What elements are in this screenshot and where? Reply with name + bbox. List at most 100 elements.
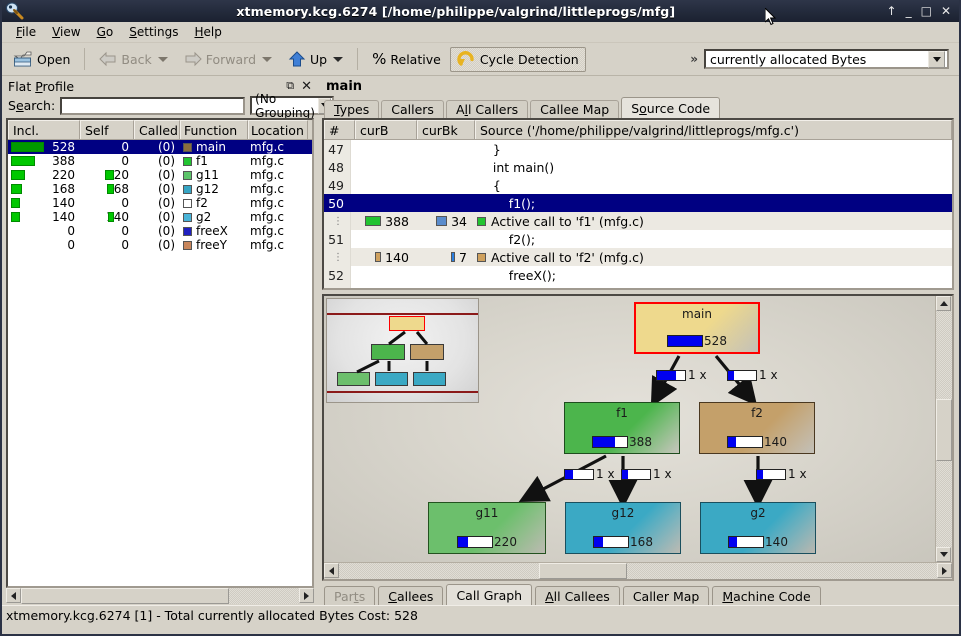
menu-help[interactable]: Help xyxy=(186,23,229,41)
shade-button[interactable]: ↑ xyxy=(887,5,897,17)
node-label: f1 xyxy=(616,406,628,420)
scroll-right-button[interactable] xyxy=(937,563,952,578)
incl-cost-bar xyxy=(11,212,20,222)
graph-node-f2[interactable]: f2140 xyxy=(699,402,815,454)
tab-callee-map[interactable]: Callee Map xyxy=(530,100,619,118)
table-row[interactable]: 5280(0)mainmfg.c xyxy=(8,140,312,154)
back-dropdown-icon[interactable] xyxy=(158,57,168,62)
bottom-tab-caller-map[interactable]: Caller Map xyxy=(623,586,710,605)
self-value: 0 xyxy=(121,238,129,252)
cell-location: mfg.c xyxy=(248,168,308,182)
call-graph-minimap[interactable] xyxy=(326,298,479,403)
bottom-tab-call-graph[interactable]: Call Graph xyxy=(446,584,532,605)
column-header-function[interactable]: Function xyxy=(180,120,248,139)
up-dropdown-icon[interactable] xyxy=(333,57,343,62)
graph-node-g12[interactable]: g12168 xyxy=(565,502,681,554)
menu-settings[interactable]: Settings xyxy=(121,23,186,41)
table-row[interactable]: 220220(0)g11mfg.c xyxy=(8,168,312,182)
tab-all-callers[interactable]: All Callers xyxy=(446,100,528,118)
relative-button[interactable]: % Relative xyxy=(365,46,448,72)
bottom-tab-parts[interactable]: Parts xyxy=(324,586,375,605)
table-row[interactable]: 00(0)freeYmfg.c xyxy=(8,238,312,252)
hscroll-track[interactable] xyxy=(339,563,937,579)
source-call-row[interactable]: ⋮38834Active call to 'f1' (mfg.c) xyxy=(324,212,952,230)
graph-edge-label-f1-g11[interactable]: 1 x xyxy=(564,467,615,481)
hscroll-thumb[interactable] xyxy=(539,563,627,579)
table-row[interactable]: 3880(0)f1mfg.c xyxy=(8,154,312,168)
event-type-combo[interactable]: currently allocated Bytes xyxy=(704,49,949,69)
scroll-left-button[interactable] xyxy=(324,563,339,578)
scroll-up-button[interactable] xyxy=(936,296,951,311)
forward-button[interactable]: Forward xyxy=(177,47,279,71)
source-code-row[interactable]: 47 } xyxy=(324,140,952,158)
column-header-curb[interactable]: curB xyxy=(355,120,417,139)
tab-source-code[interactable]: Source Code xyxy=(621,97,720,118)
column-header-incl[interactable]: Incl. xyxy=(8,120,80,139)
toolbar-overflow-button[interactable]: » xyxy=(686,52,702,66)
graph-edge-label-main-f1[interactable]: 1 x xyxy=(656,368,707,382)
scroll-left-button[interactable] xyxy=(6,588,21,603)
scroll-right-button[interactable] xyxy=(299,588,314,603)
source-code-row[interactable]: 49 { xyxy=(324,176,952,194)
flat-profile-hscrollbar[interactable] xyxy=(6,588,314,604)
source-call-row[interactable]: ⋮1407Active call to 'f2' (mfg.c) xyxy=(324,248,952,266)
menu-view[interactable]: View xyxy=(44,23,88,41)
column-header-line-number[interactable]: # xyxy=(324,120,355,139)
open-button[interactable]: Open xyxy=(6,46,77,73)
vscroll-track[interactable] xyxy=(936,311,952,547)
table-row[interactable]: 140140(0)g2mfg.c xyxy=(8,210,312,224)
chevron-down-icon[interactable] xyxy=(928,51,945,68)
cycle-detection-button[interactable]: Cycle Detection xyxy=(450,47,586,72)
cell-incl: 220 xyxy=(8,168,80,182)
graph-node-main[interactable]: main528 xyxy=(634,302,760,354)
graph-node-g11[interactable]: g11220 xyxy=(428,502,546,554)
bottom-tab-callees[interactable]: Callees xyxy=(378,586,443,605)
maximize-button[interactable]: □ xyxy=(921,5,932,17)
hscroll-thumb[interactable] xyxy=(21,588,229,604)
source-code-row[interactable]: 48 int main() xyxy=(324,158,952,176)
column-header-called[interactable]: Called xyxy=(134,120,180,139)
close-button[interactable]: ✕ xyxy=(941,5,951,17)
graph-hscrollbar[interactable] xyxy=(324,562,952,579)
vscroll-thumb[interactable] xyxy=(936,399,952,461)
column-header-self[interactable]: Self xyxy=(80,120,134,139)
graph-vscrollbar[interactable] xyxy=(935,296,952,562)
source-header-row: # curB curBk Source ('/home/philippe/val… xyxy=(324,120,952,140)
source-code-row[interactable]: 53 freeY(); xyxy=(324,284,952,290)
up-button[interactable]: Up xyxy=(281,47,350,72)
self-cost-bar xyxy=(105,170,114,180)
table-row[interactable]: 168168(0)g12mfg.c xyxy=(8,182,312,196)
source-code-row[interactable]: 51 f2(); xyxy=(324,230,952,248)
back-button[interactable]: Back xyxy=(92,47,174,71)
tab-callers[interactable]: Callers xyxy=(381,100,444,118)
forward-dropdown-icon[interactable] xyxy=(262,57,272,62)
scroll-down-button[interactable] xyxy=(936,547,951,562)
source-code-row[interactable]: 50 f1(); xyxy=(324,194,952,212)
window-controls[interactable]: ↑ _ □ ✕ xyxy=(887,5,959,17)
graph-edge-label-f2-g2[interactable]: 1 x xyxy=(756,467,807,481)
graph-node-f1[interactable]: f1388 xyxy=(564,402,680,454)
table-row[interactable]: 1400(0)f2mfg.c xyxy=(8,196,312,210)
source-code-row[interactable]: 52 freeX(); xyxy=(324,266,952,284)
cell-source: } xyxy=(471,142,952,157)
hscroll-track[interactable] xyxy=(21,588,299,604)
table-row[interactable]: 00(0)freeXmfg.c xyxy=(8,224,312,238)
bottom-tab-all-callees[interactable]: All Callees xyxy=(535,586,620,605)
minimize-button[interactable]: _ xyxy=(906,5,912,17)
graph-node-g2[interactable]: g2140 xyxy=(700,502,816,554)
column-header-location[interactable]: Location xyxy=(248,120,308,139)
bottom-tab-machine-code[interactable]: Machine Code xyxy=(712,586,820,605)
graph-edge-label-f1-g12[interactable]: 1 x xyxy=(621,467,672,481)
tab-types[interactable]: Types xyxy=(324,100,379,118)
edge-call-count: 1 x xyxy=(759,368,778,382)
menu-file[interactable]: FFileile xyxy=(8,23,44,41)
function-name: freeY xyxy=(196,238,227,252)
column-header-curbk[interactable]: curBk xyxy=(417,120,475,139)
node-label: main xyxy=(682,307,712,321)
search-input[interactable] xyxy=(60,97,245,115)
menu-go[interactable]: Go xyxy=(89,23,122,41)
table-header-row: Incl. Self Called Function Location xyxy=(8,120,312,140)
graph-edge-label-main-f2[interactable]: 1 x xyxy=(727,368,778,382)
column-header-source[interactable]: Source ('/home/philippe/valgrind/littlep… xyxy=(475,120,952,139)
call-graph-canvas[interactable]: main528 f1388 f2140 g11220 g12168 g2140 1 x 1 … xyxy=(324,296,935,562)
